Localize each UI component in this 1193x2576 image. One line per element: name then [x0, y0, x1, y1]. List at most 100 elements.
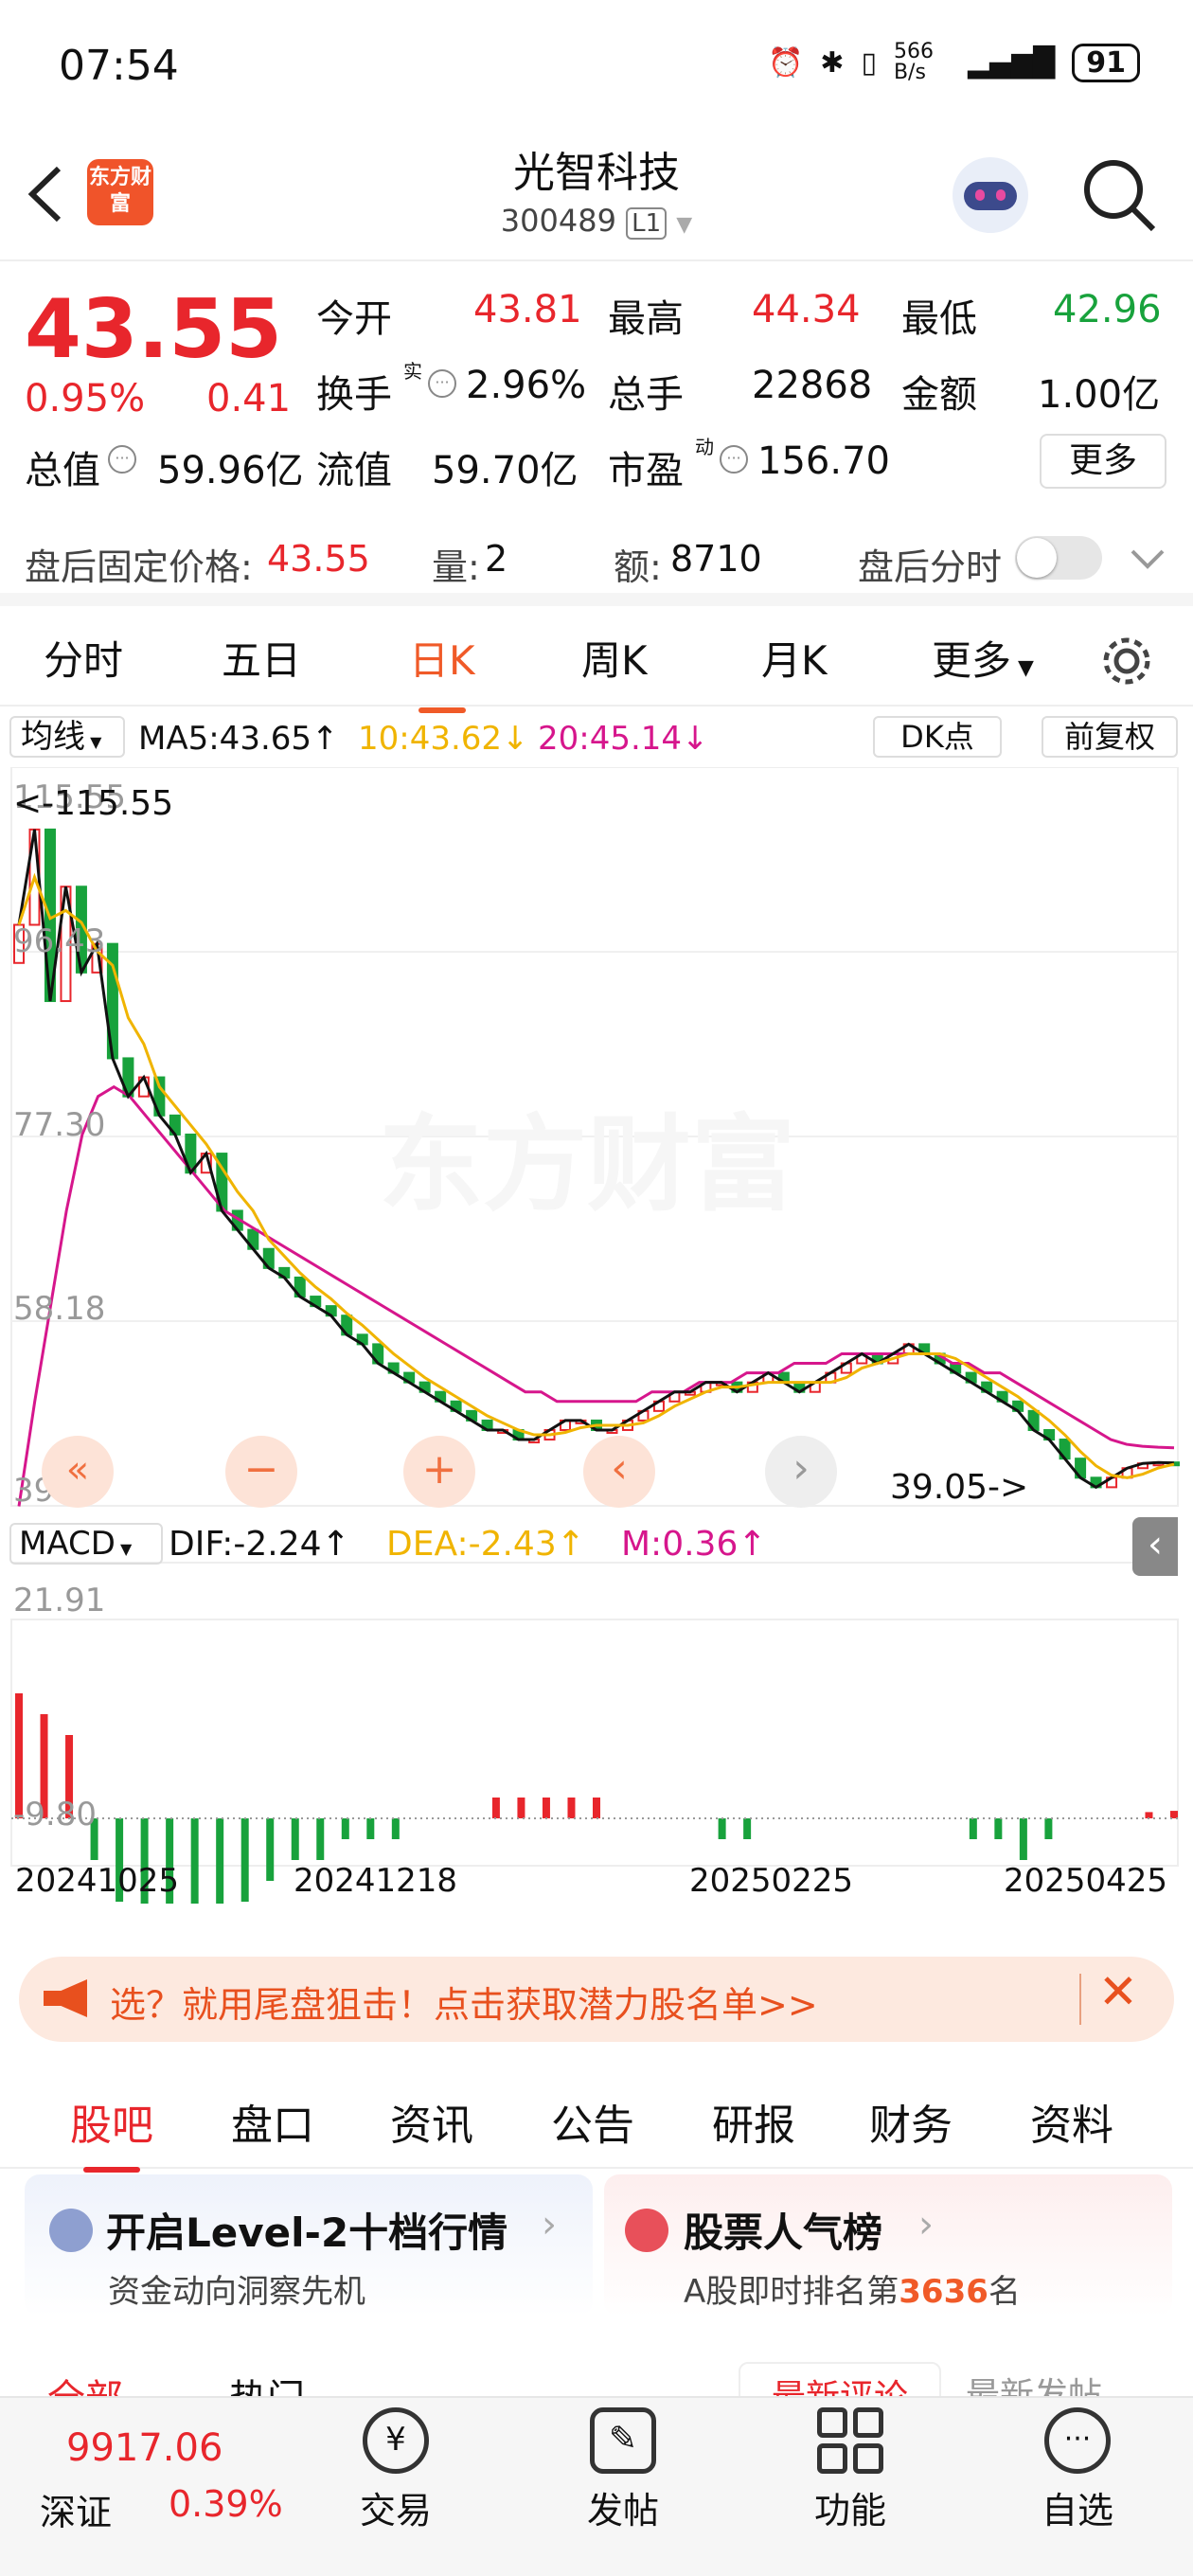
- high-label: 最高: [608, 297, 684, 341]
- ma20-value: 20:45.14↓: [538, 720, 709, 758]
- tab-gonggao[interactable]: 公告: [551, 2091, 634, 2152]
- tab-yuek[interactable]: 月K: [761, 629, 828, 687]
- caret-down-icon[interactable]: ▼: [676, 213, 692, 237]
- float-value: 59.70亿: [432, 449, 579, 492]
- pe-value: 156.70: [757, 439, 890, 483]
- stock-header: 东方财富 光智科技 300489 L1 ▼: [0, 133, 1193, 261]
- volume-label: 总手: [608, 373, 684, 417]
- float-label: 流值: [316, 449, 392, 492]
- min-marker: 39.05->: [890, 1468, 1029, 1507]
- high-value: 44.34: [752, 288, 861, 331]
- tab-more[interactable]: 更多 ▼: [932, 629, 1034, 687]
- amount-value: 1.00亿: [1038, 373, 1161, 417]
- tab-wuri[interactable]: 五日: [222, 629, 301, 687]
- level2-subtitle: 资金动向洞察先机: [108, 2273, 365, 2311]
- ma-selector[interactable]: 均线 ▼: [9, 716, 125, 758]
- after-hours-amt: 8710: [670, 538, 762, 580]
- chevron-right-icon[interactable]: ›: [765, 1436, 837, 1508]
- popularity-subtitle: A股即时排名第3636名: [684, 2273, 1021, 2311]
- after-hours-vol-label: 量:: [432, 546, 480, 588]
- low-label: 最低: [901, 297, 977, 341]
- level2-card[interactable]: 开启Level-2十档行情 › 资金动向洞察先机: [25, 2174, 593, 2317]
- more-button[interactable]: 更多: [1040, 434, 1166, 489]
- index-name[interactable]: 深证: [40, 2483, 112, 2535]
- robot-assistant-icon[interactable]: [953, 157, 1028, 233]
- dif-value: DIF:-2.24↑: [169, 1525, 350, 1564]
- collapse-panel-icon[interactable]: ‹: [1132, 1517, 1178, 1576]
- kline-svg[interactable]: [0, 767, 1193, 1904]
- comment-tabs: 全部 热门 最新评论 最新发帖: [0, 2362, 1193, 2400]
- index-value[interactable]: 9917.06: [66, 2426, 223, 2470]
- status-time: 07:54: [59, 42, 179, 90]
- open-label: 今开: [316, 297, 392, 341]
- watermark-logo: 东方财富: [379, 1104, 795, 1225]
- volume-value: 22868: [752, 364, 873, 407]
- bluetooth-icon: ✱: [820, 45, 845, 80]
- search-icon[interactable]: [1079, 155, 1159, 235]
- tab-pankou[interactable]: 盘口: [231, 2091, 314, 2152]
- vibrate-icon: ▯: [861, 45, 877, 80]
- zoom-in-icon[interactable]: +: [403, 1436, 475, 1508]
- mktcap-label: 总值: [25, 449, 100, 492]
- after-hours-vol: 2: [485, 538, 508, 580]
- tab-fenshi[interactable]: 分时: [44, 629, 123, 687]
- tab-latest-post[interactable]: 最新发帖: [966, 2368, 1102, 2400]
- popularity-card[interactable]: 股票人气榜 › A股即时排名第3636名: [604, 2174, 1172, 2317]
- close-icon[interactable]: ✕: [1098, 1964, 1138, 2019]
- m-value: M:0.36↑: [621, 1525, 767, 1564]
- current-price: 43.55: [25, 282, 283, 377]
- x-label-3: 20250225: [689, 1862, 854, 1900]
- zoom-out-icon[interactable]: −: [225, 1436, 297, 1508]
- edit-icon: ✎: [590, 2407, 656, 2474]
- tab-guba[interactable]: 股吧: [70, 2091, 153, 2173]
- nav-post[interactable]: ✎ 发帖: [547, 2407, 699, 2533]
- tab-rik[interactable]: 日K: [409, 629, 475, 713]
- level-badge[interactable]: L1: [626, 207, 668, 240]
- open-value: 43.81: [473, 288, 582, 331]
- index-change[interactable]: 0.39%: [169, 2483, 283, 2525]
- battery-icon: 91: [1072, 43, 1140, 82]
- max-marker: <-115.55: [13, 784, 174, 823]
- status-bar: 07:54 ⏰ ✱ ▯ 566 B/s ▂▄▆█ 91: [0, 0, 1193, 133]
- nav-watchlist[interactable]: ··· 自选: [1002, 2407, 1153, 2533]
- chevron-left-icon[interactable]: ‹: [583, 1436, 655, 1508]
- after-hours-toggle[interactable]: [1015, 536, 1102, 580]
- double-left-icon[interactable]: «: [42, 1436, 114, 1508]
- chevron-down-icon[interactable]: [1129, 546, 1166, 572]
- tab-latest-comment[interactable]: 最新评论: [739, 2362, 941, 2400]
- tab-caiwu[interactable]: 财务: [869, 2091, 953, 2152]
- kline-chart[interactable]: 均线 ▼ MA5:43.65↑ 10:43.62↓ 20:45.14↓ DK点 …: [0, 710, 1193, 1941]
- tab-all[interactable]: 全部: [47, 2368, 123, 2400]
- after-hours-bar: 盘后固定价格: 43.55 量: 2 额: 8710 盘后分时: [0, 511, 1193, 606]
- tab-yanbao[interactable]: 研报: [712, 2091, 795, 2152]
- pe-label: 市盈: [608, 449, 684, 492]
- grid-icon: [817, 2407, 883, 2474]
- banner-text[interactable]: 选？就用尾盘狙击！点击获取潜力股名单>>: [110, 1976, 818, 2028]
- kline-tabs: 分时 五日 日K 周K 月K 更多 ▼: [0, 619, 1193, 713]
- info-icon[interactable]: ···: [720, 445, 748, 474]
- forward-adjust-button[interactable]: 前复权: [1042, 716, 1178, 758]
- level2-icon: [49, 2209, 93, 2252]
- info-icon[interactable]: ···: [108, 445, 136, 474]
- settings-gear-icon[interactable]: [1098, 633, 1155, 689]
- ma5-value: MA5:43.65↑: [138, 720, 339, 758]
- alarm-icon: ⏰: [767, 45, 804, 80]
- chevron-right-icon: ›: [918, 2203, 934, 2246]
- tab-zixun[interactable]: 资讯: [390, 2091, 473, 2152]
- macd-selector[interactable]: MACD ▼: [9, 1523, 163, 1565]
- nav-trade[interactable]: ¥ 交易: [320, 2407, 472, 2533]
- tab-zhouk[interactable]: 周K: [581, 629, 648, 687]
- ranking-icon: [625, 2209, 668, 2252]
- promo-banner[interactable]: 选？就用尾盘狙击！点击获取潜力股名单>> ✕: [19, 1957, 1174, 2042]
- dea-value: DEA:-2.43↑: [386, 1525, 585, 1564]
- x-label-2: 20241218: [294, 1862, 458, 1900]
- tab-hot[interactable]: 热门: [229, 2368, 305, 2400]
- tab-ziliao[interactable]: 资料: [1030, 2091, 1113, 2152]
- y-label-3: 77.30: [13, 1106, 106, 1144]
- dk-point-button[interactable]: DK点: [873, 716, 1002, 758]
- after-hours-amt-label: 额:: [614, 546, 662, 588]
- low-value: 42.96: [1053, 288, 1162, 331]
- after-hours-label: 盘后固定价格:: [25, 546, 253, 588]
- nav-functions[interactable]: 功能: [775, 2407, 926, 2533]
- info-icon[interactable]: ···: [428, 369, 456, 398]
